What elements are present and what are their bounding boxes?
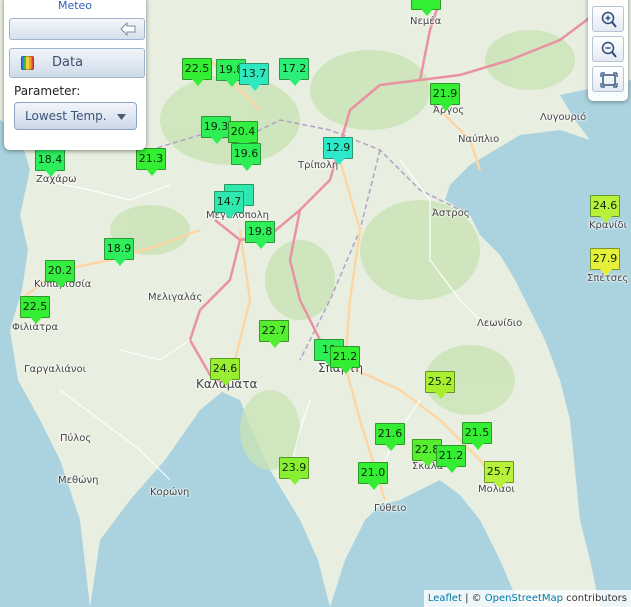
meteo-control-panel: Meteo Data Parameter: Lowest Temp. (4, 0, 146, 150)
map-marker[interactable] (411, 0, 441, 16)
map-marker[interactable]: 24.6 (210, 358, 240, 386)
panel-title: Meteo (57, 0, 93, 12)
place-label-pylos: Πύλος (60, 433, 92, 444)
map-marker[interactable]: 17.2 (279, 58, 309, 86)
parameter-select[interactable]: Lowest Temp. (14, 102, 137, 130)
map-marker[interactable]: 22.5 (182, 58, 212, 86)
zoom-out-icon (601, 41, 617, 58)
map-marker[interactable]: 19.6 (231, 143, 261, 171)
data-button[interactable]: Data (9, 48, 145, 78)
zoom-in-button[interactable] (592, 6, 624, 32)
map-marker[interactable]: 21.0 (358, 462, 388, 490)
parameter-select-value: Lowest Temp. (25, 109, 107, 123)
color-scale-icon (21, 56, 34, 70)
place-label-astros: Άστρος (432, 208, 470, 219)
place-label-koroni: Κορώνη (150, 487, 190, 498)
place-label-methoni: Μεθώνη (58, 475, 99, 486)
map-marker[interactable]: 27.9 (590, 248, 620, 276)
fit-extent-icon (600, 72, 618, 88)
map-marker[interactable]: 19.3 (201, 116, 231, 144)
map-marker[interactable]: 21.9 (430, 83, 460, 111)
map-marker[interactable]: 25.7 (484, 461, 514, 489)
data-button-label: Data (52, 55, 84, 70)
place-label-gargalianoi: Γαργαλιάνοι (24, 364, 87, 375)
arrow-left-icon (120, 22, 136, 36)
chevron-down-icon (117, 114, 126, 120)
map-marker[interactable]: 12.9 (323, 137, 353, 165)
map-marker[interactable]: 21.2 (436, 445, 466, 473)
map-marker[interactable]: 14.7 (214, 191, 244, 219)
osm-link[interactable]: OpenStreetMap (485, 593, 563, 604)
map-marker[interactable]: 21.2 (330, 346, 360, 374)
map-marker[interactable]: 20.4 (228, 121, 258, 149)
map-marker[interactable]: 20.2 (45, 260, 75, 288)
zoom-in-icon (601, 11, 617, 28)
map-marker[interactable]: 21.5 (462, 422, 492, 450)
map-marker[interactable]: 18.4 (35, 149, 65, 177)
map-marker[interactable]: 25.2 (425, 371, 455, 399)
leaflet-link[interactable]: Leaflet (428, 593, 462, 604)
map-marker[interactable]: 24.6 (590, 195, 620, 223)
place-label-nafplio: Ναύπλιο (458, 134, 500, 145)
collapse-panel-button[interactable] (9, 18, 145, 40)
place-label-leonidio: Λεωνίδιο (477, 318, 523, 329)
map-marker[interactable]: 19.8 (245, 221, 275, 249)
place-label-nemea: Νεμέα (410, 16, 442, 27)
zoom-out-button[interactable] (592, 36, 624, 62)
map-marker[interactable]: 23.9 (279, 457, 309, 485)
map-marker[interactable]: 22.5 (20, 296, 50, 324)
map-marker[interactable]: 22.7 (259, 320, 289, 348)
map-marker[interactable]: 21.6 (375, 423, 405, 451)
map-marker[interactable]: 21.3 (136, 148, 166, 176)
place-label-meligalas: Μελιγαλάς (148, 292, 203, 303)
attribution-contributors: contributors (563, 593, 627, 604)
parameter-label: Parameter: (14, 84, 81, 98)
zoom-extent-button[interactable] (592, 66, 624, 92)
map-marker[interactable]: 13.7 (239, 63, 269, 91)
attribution-separator: | © (461, 593, 485, 604)
place-label-gytheio: Γύθειο (374, 503, 407, 514)
zoom-controls (588, 0, 628, 101)
map-marker[interactable]: 18.9 (104, 238, 134, 266)
map-attribution: Leaflet | © OpenStreetMap contributors (423, 590, 631, 607)
place-label-lygourio: Λυγουριό (540, 112, 587, 123)
